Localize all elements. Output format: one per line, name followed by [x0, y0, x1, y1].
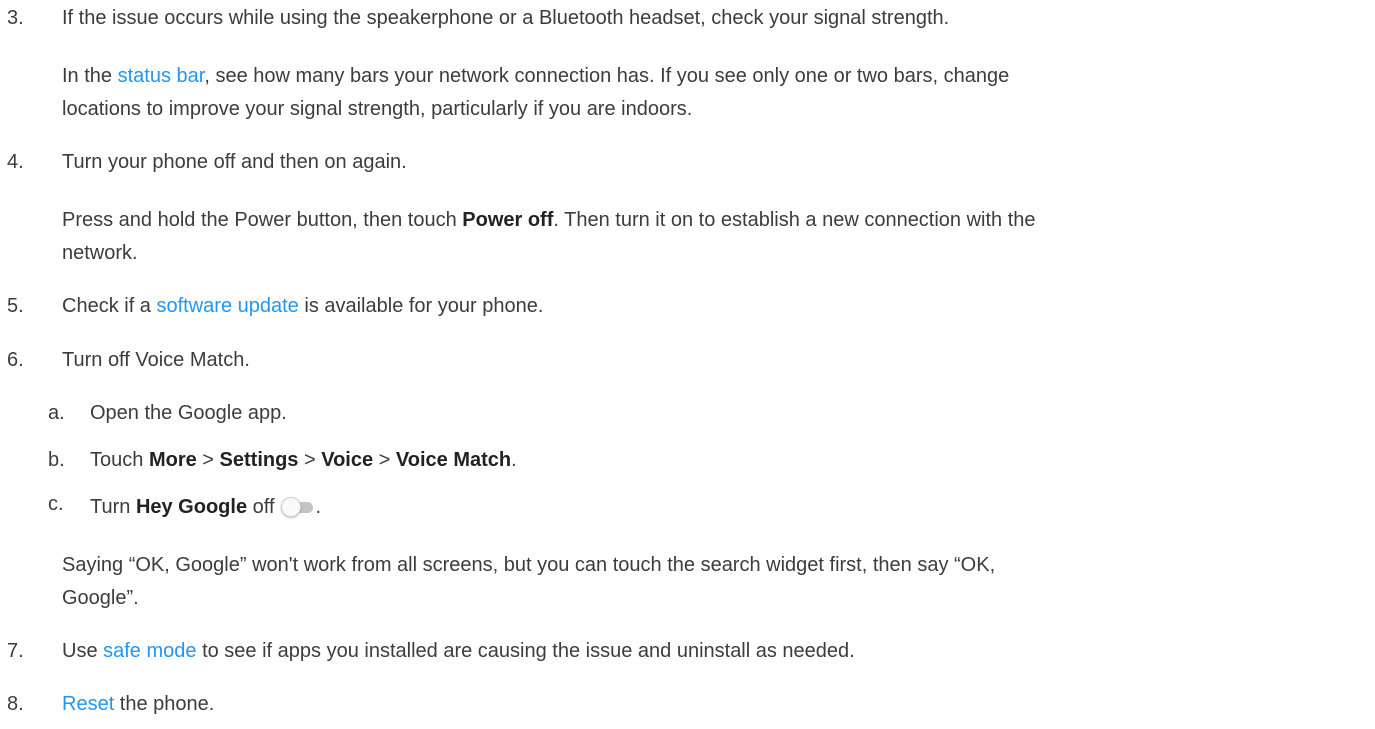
step-number: 3.	[7, 7, 24, 29]
step-3-detail: In the status bar, see how many bars you…	[62, 62, 1009, 90]
step-number: 8.	[7, 693, 24, 715]
substep-letter: c.	[48, 493, 64, 515]
power-off-label: Power off	[462, 209, 554, 231]
status-bar-link[interactable]: status bar	[118, 65, 205, 87]
path-separator: >	[298, 449, 322, 471]
toggle-switch-off-icon	[280, 497, 315, 517]
substep-text-part: off	[247, 496, 275, 518]
step-4-detail: Press and hold the Power button, then to…	[62, 206, 1036, 234]
step-text: If the issue occurs while using the spea…	[62, 7, 950, 29]
software-update-link[interactable]: software update	[156, 295, 298, 317]
step-text-part: to see if apps you installed are causing…	[196, 640, 855, 662]
substep-text: Turn Hey Google off.	[90, 493, 321, 521]
step-number: 4.	[7, 151, 24, 173]
reset-link[interactable]: Reset	[62, 693, 114, 715]
voice-label: Voice	[321, 449, 374, 471]
step-number: 5.	[7, 295, 24, 317]
step-text: Use safe mode to see if apps you install…	[62, 637, 855, 665]
detail-text: . Then turn it on to establish a new con…	[553, 209, 1036, 231]
substep-letter: a.	[48, 402, 65, 424]
path-separator: >	[373, 449, 396, 471]
note-text: Saying “OK, Google” won't work from all …	[62, 554, 996, 576]
step-text-part: Check if a	[62, 295, 157, 317]
more-label: More	[148, 449, 197, 471]
safe-mode-link[interactable]: safe mode	[103, 640, 196, 662]
voice-match-label: Voice Match	[395, 449, 512, 471]
help-article-steps: 3. If the issue occurs while using the s…	[0, 0, 1375, 729]
step-number: 6.	[7, 349, 24, 371]
step-number: 7.	[7, 640, 24, 662]
step-text: Turn your phone off and then on again.	[62, 151, 407, 173]
hey-google-label: Hey Google	[135, 496, 248, 518]
detail-text: , see how many bars your network connect…	[204, 65, 1010, 87]
note-text: Google”.	[62, 587, 139, 609]
substep-text: Open the Google app.	[90, 402, 287, 424]
step-text-part: Use	[62, 640, 104, 662]
settings-label: Settings	[219, 449, 299, 471]
step-text: Check if a software update is available …	[62, 292, 543, 320]
detail-text: locations to improve your signal strengt…	[62, 98, 693, 120]
substep-text-part: .	[315, 496, 322, 518]
substep-letter: b.	[48, 449, 65, 471]
detail-text: Press and hold the Power button, then to…	[62, 209, 463, 231]
step-text-part: is available for your phone.	[298, 295, 544, 317]
step-text-part: the phone.	[114, 693, 215, 715]
substep-text-part: .	[511, 449, 517, 471]
substep-text-part: Turn	[90, 496, 136, 518]
path-separator: >	[196, 449, 220, 471]
detail-text: In the	[62, 65, 118, 87]
substep-text-part: Touch	[90, 449, 149, 471]
substep-text: Touch More > Settings > Voice > Voice Ma…	[90, 446, 517, 474]
detail-text: network.	[62, 242, 138, 264]
step-text: Reset the phone.	[62, 690, 214, 718]
toggle-knob	[280, 497, 301, 517]
step-text: Turn off Voice Match.	[62, 349, 250, 371]
